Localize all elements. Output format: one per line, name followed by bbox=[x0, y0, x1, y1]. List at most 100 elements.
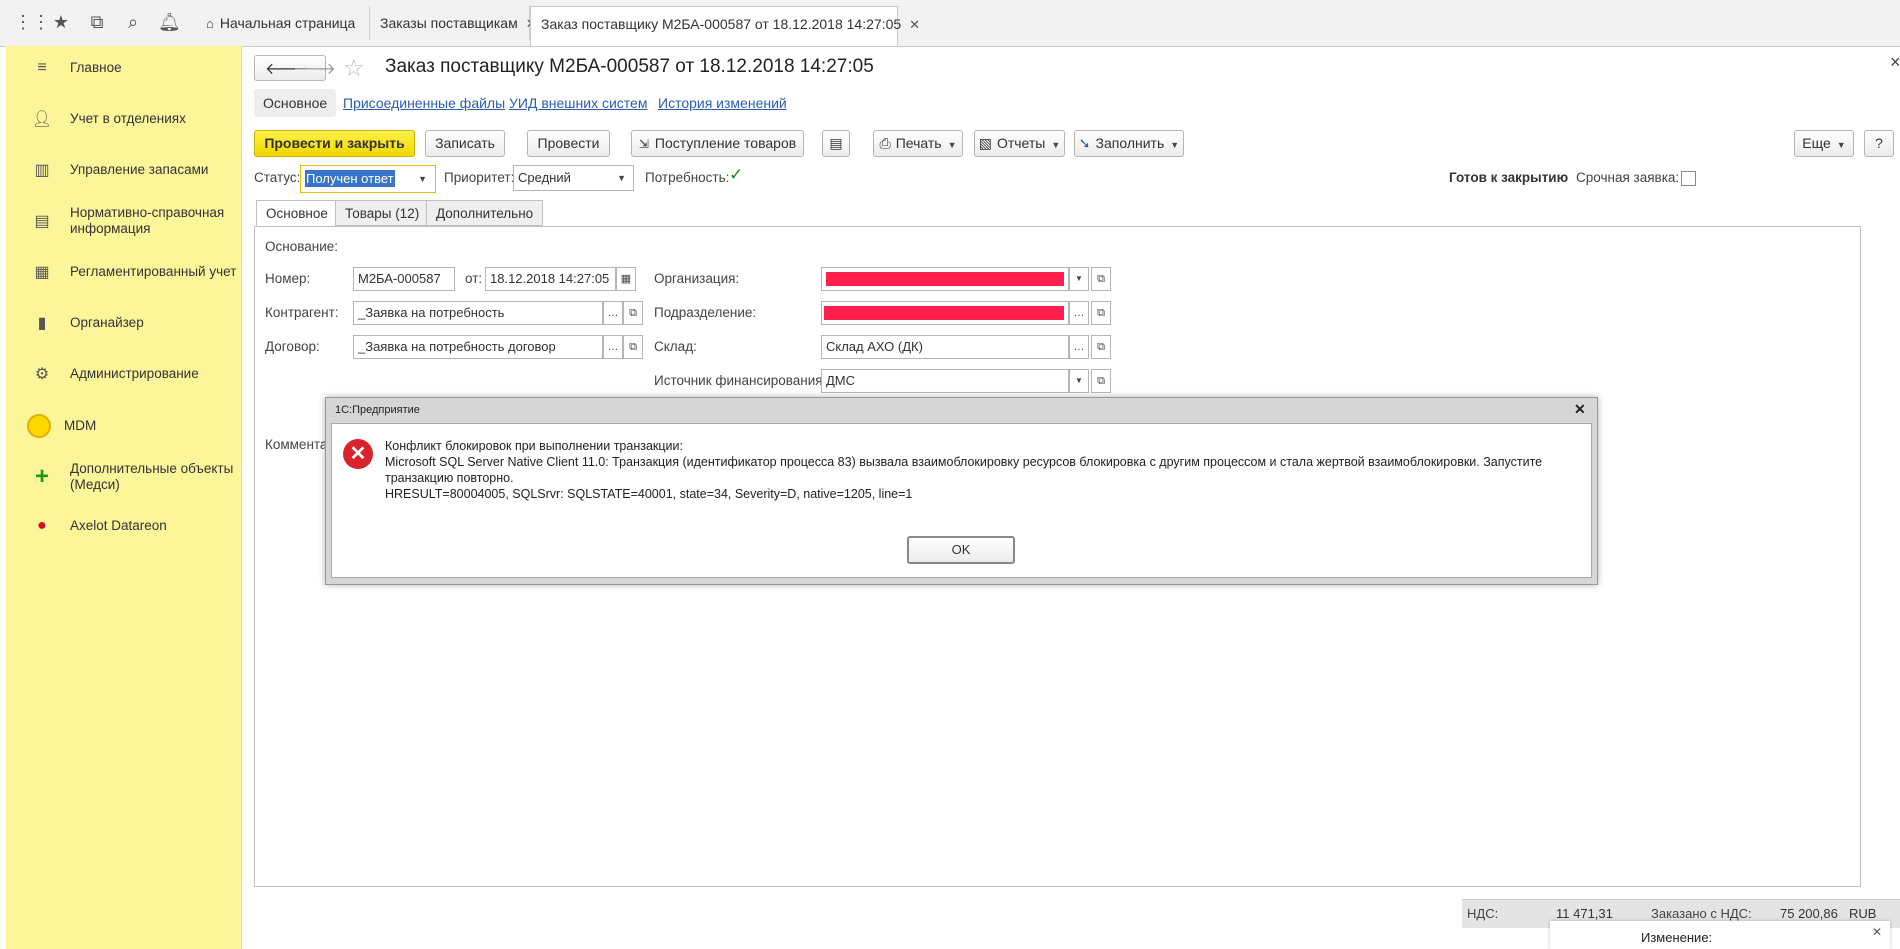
subnav-history[interactable]: История изменений bbox=[658, 95, 787, 111]
vat-label: НДС: bbox=[1467, 906, 1499, 921]
book-icon: ▤ bbox=[34, 213, 50, 230]
ready-to-close-label: Готов к закрытию bbox=[1449, 170, 1569, 185]
tab-current-order[interactable]: Заказ поставщику М2БА-000587 от 18.12.20… bbox=[530, 6, 920, 46]
contract-label: Договор: bbox=[265, 339, 320, 354]
favorite-star-icon[interactable]: ☆ bbox=[343, 54, 365, 83]
open-link-icon[interactable]: ⧉ bbox=[1091, 267, 1111, 291]
tab-supplier-orders[interactable]: Заказы поставщикам✕ bbox=[370, 6, 537, 40]
ledger-icon: ▦ bbox=[34, 264, 50, 281]
open-link-icon[interactable]: ⧉ bbox=[623, 301, 643, 325]
dialog-title: 1С:Предприятие bbox=[335, 404, 420, 416]
funding-field[interactable]: ДМС bbox=[821, 369, 1069, 393]
redaction-mark bbox=[826, 272, 1064, 286]
number-field[interactable]: М2БА-000587 bbox=[353, 267, 455, 291]
apps-grid-icon[interactable]: ⋮⋮ bbox=[14, 11, 50, 33]
priority-select[interactable]: Средний ▼ bbox=[513, 165, 634, 191]
tab-home[interactable]: ⌂ Начальная страница bbox=[196, 6, 370, 40]
sidebar-item-organizer[interactable]: ▮ Органайзер bbox=[6, 313, 241, 333]
sidebar-item-regulated[interactable]: ▦ Регламентированный учет bbox=[6, 262, 241, 282]
counterparty-label: Контрагент: bbox=[265, 305, 339, 320]
bell-icon[interactable]: 🔔︎ bbox=[158, 11, 181, 33]
page-title: Заказ поставщику М2БА-000587 от 18.12.20… bbox=[385, 56, 874, 77]
list-view-button[interactable]: ▤ bbox=[822, 130, 850, 157]
close-form-icon[interactable]: × bbox=[1890, 52, 1900, 73]
subnav-main[interactable]: Основное bbox=[254, 89, 337, 117]
caret-down-icon[interactable]: ▼ bbox=[1069, 369, 1089, 393]
caret-down-icon: ▼ bbox=[947, 140, 957, 150]
open-link-icon[interactable]: ⧉ bbox=[1091, 369, 1111, 393]
tab-main[interactable]: Основное bbox=[256, 200, 338, 226]
sidebar-item-mdm[interactable]: MDM bbox=[6, 412, 241, 440]
contract-field[interactable]: _Заявка на потребность договор bbox=[353, 335, 603, 359]
open-link-icon[interactable]: ⧉ bbox=[1091, 301, 1111, 325]
urgent-checkbox[interactable] bbox=[1681, 171, 1696, 186]
save-button[interactable]: Записать bbox=[425, 130, 505, 157]
forward-arrow-icon[interactable]: 🡒 bbox=[293, 58, 336, 79]
user-icon: 👤︎ bbox=[31, 111, 53, 128]
sidebar: ≡ Главное 👤︎ Учет в отделениях ▥ Управление… bbox=[6, 46, 242, 949]
priority-label: Приоритет: bbox=[444, 170, 515, 185]
sidebar-item-datareon[interactable]: ● Axelot Datareon bbox=[6, 516, 241, 536]
fill-button[interactable]: ➘ Заполнить ▼ bbox=[1074, 130, 1184, 157]
change-notification[interactable]: Изменение: ✕ bbox=[1550, 921, 1890, 949]
funding-label: Источник финансирования: bbox=[654, 373, 827, 388]
star-icon[interactable]: ★ bbox=[50, 11, 72, 33]
post-and-close-button[interactable]: Провести и закрыть bbox=[254, 130, 415, 157]
open-link-icon[interactable]: ⧉ bbox=[623, 335, 643, 359]
subnav-files[interactable]: Присоединенные файлы bbox=[343, 95, 505, 111]
caret-down-icon: ▼ bbox=[418, 174, 427, 184]
caret-down-icon[interactable]: ▼ bbox=[1069, 267, 1089, 291]
status-label: Статус: bbox=[254, 170, 301, 185]
tab-goods[interactable]: Товары (12) bbox=[335, 200, 430, 226]
counterparty-field[interactable]: _Заявка на потребность bbox=[353, 301, 603, 325]
goods-receipt-button[interactable]: ⇲ Поступление товаров bbox=[631, 130, 804, 157]
currency-label: RUB bbox=[1849, 906, 1877, 921]
organization-field[interactable] bbox=[821, 267, 1069, 291]
close-icon[interactable]: ✕ bbox=[909, 17, 920, 32]
date-field[interactable]: 18.12.2018 14:27:05 bbox=[485, 267, 616, 291]
select-ellipsis-icon[interactable]: … bbox=[603, 335, 623, 359]
report-icon: ▧ bbox=[978, 135, 992, 151]
dialog-close-icon[interactable]: ✕ bbox=[1574, 401, 1586, 418]
sidebar-item-reference[interactable]: ▤ Нормативно-справочная информация bbox=[6, 204, 241, 238]
redaction-mark bbox=[824, 306, 1064, 320]
history-icon[interactable]: ⧉ bbox=[86, 11, 108, 33]
warehouse-label: Склад: bbox=[654, 339, 697, 354]
caret-down-icon: ▼ bbox=[1170, 140, 1180, 150]
print-button[interactable]: ⎙ Печать ▼ bbox=[873, 130, 963, 157]
select-ellipsis-icon[interactable]: … bbox=[1069, 335, 1089, 359]
status-select[interactable]: Получен ответ ▼ bbox=[300, 165, 436, 193]
open-link-icon[interactable]: ⧉ bbox=[1091, 335, 1111, 359]
reports-button[interactable]: ▧ Отчеты ▼ bbox=[974, 130, 1065, 157]
search-icon[interactable]: ⌕ bbox=[122, 11, 144, 33]
ok-button[interactable]: OK bbox=[907, 536, 1015, 564]
home-icon: ⌂ bbox=[206, 16, 214, 31]
dialog-body: ✕ Конфликт блокировок при выполнении тра… bbox=[331, 423, 1592, 578]
subnav-external-ids[interactable]: УИД внешних систем bbox=[509, 95, 647, 111]
error-icon: ✕ bbox=[343, 439, 373, 469]
department-field[interactable] bbox=[821, 301, 1069, 325]
close-icon[interactable]: ✕ bbox=[1872, 925, 1882, 939]
sidebar-item-inventory[interactable]: ▥ Управление запасами bbox=[6, 160, 241, 180]
sidebar-item-departments[interactable]: 👤︎ Учет в отделениях bbox=[6, 109, 241, 129]
top-bar: ⋮⋮ ★ ⧉ ⌕ 🔔︎ ⌂ Начальная страница Заказы п… bbox=[0, 0, 1900, 47]
more-button[interactable]: Еще ▼ bbox=[1794, 130, 1854, 157]
ordered-value: 75 200,86 bbox=[1780, 906, 1838, 921]
select-ellipsis-icon[interactable]: … bbox=[603, 301, 623, 325]
sidebar-item-admin[interactable]: ⚙ Администрирование bbox=[6, 364, 241, 384]
datareon-icon: ● bbox=[37, 517, 47, 534]
help-button[interactable]: ? bbox=[1864, 130, 1894, 157]
select-ellipsis-icon[interactable]: … bbox=[1069, 301, 1089, 325]
printer-icon: ⎙ bbox=[879, 135, 891, 151]
caret-down-icon: ▼ bbox=[617, 173, 626, 183]
need-checkbox[interactable]: ✓ bbox=[729, 165, 743, 185]
warehouse-field[interactable]: Склад АХО (ДК) bbox=[821, 335, 1069, 359]
change-label: Изменение: bbox=[1641, 930, 1713, 945]
sidebar-item-medsi[interactable]: + Дополнительные объекты (Медси) bbox=[6, 460, 241, 494]
sidebar-item-main[interactable]: ≡ Главное bbox=[6, 58, 241, 78]
comment-label: Коммента bbox=[265, 437, 328, 452]
plus-icon: + bbox=[34, 463, 49, 490]
post-button[interactable]: Провести bbox=[527, 130, 610, 157]
calendar-icon[interactable]: ▦ bbox=[616, 267, 636, 291]
tab-additional[interactable]: Дополнительно bbox=[426, 200, 544, 226]
